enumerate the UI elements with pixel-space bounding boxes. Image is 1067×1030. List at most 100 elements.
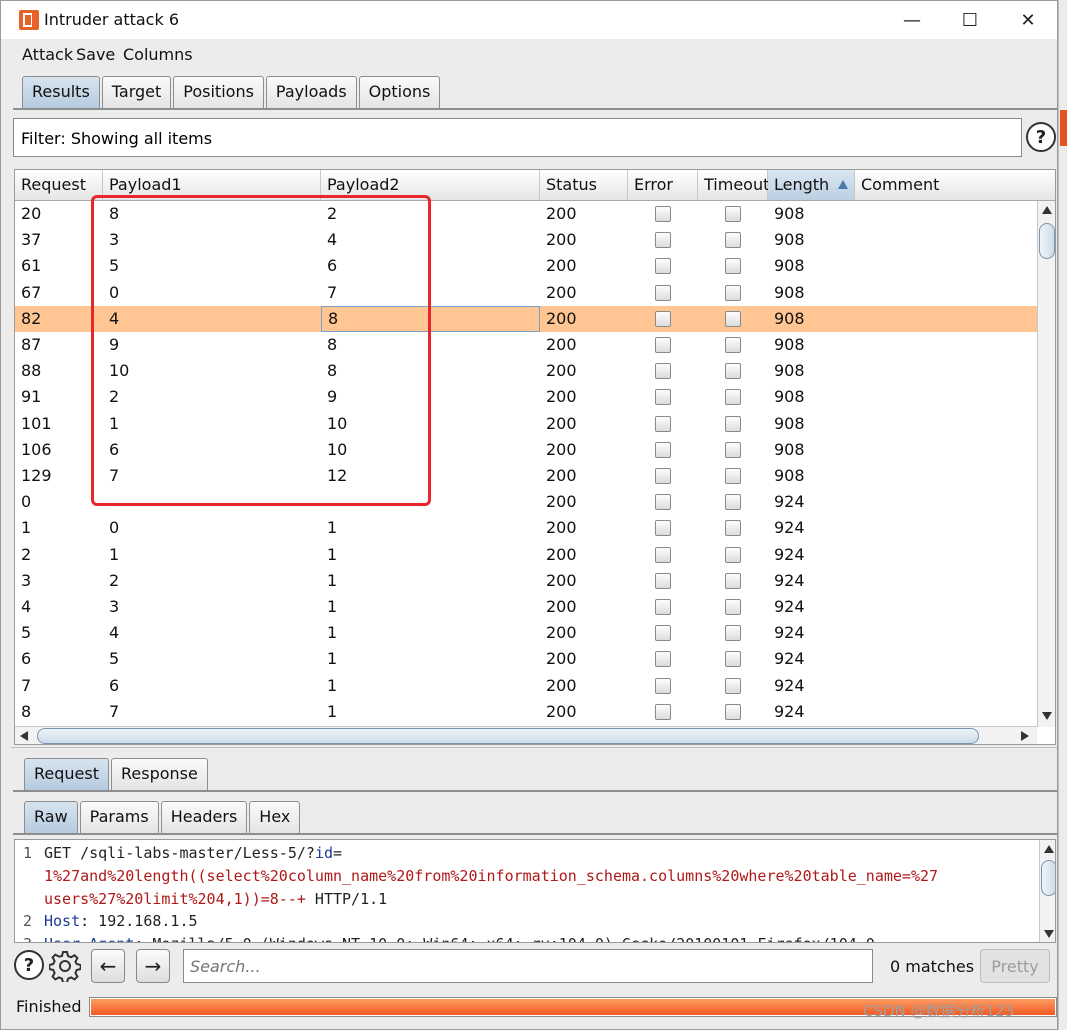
table-row[interactable]: 8 7 1 200 924 [15,699,1037,725]
scroll-up-arrow-icon[interactable] [1042,206,1052,214]
tab-response[interactable]: Response [111,758,208,790]
filter-help-icon[interactable]: ? [1026,122,1056,152]
query-param-value-part1: 1%27and%20length((select%20column_name%2… [44,867,939,885]
help-icon[interactable]: ? [14,950,44,980]
menu-attack[interactable]: Attack [22,45,73,64]
cell-payload1: 6 [109,675,120,695]
column-header-payload1[interactable]: Payload1 [103,170,321,200]
raw-request-editor[interactable]: 1 GET /sqli-labs-master/Less-5/?id= 1%27… [14,839,1056,943]
column-header-status[interactable]: Status [540,170,628,200]
cell-length: 924 [774,597,805,616]
table-row[interactable]: 88 10 8 200 908 [15,358,1037,384]
timeout-checkbox [725,363,741,380]
tab-raw[interactable]: Raw [24,801,78,833]
table-horizontal-scroll-thumb[interactable] [37,728,979,744]
timeout-checkbox [725,520,741,537]
table-row[interactable]: 91 2 9 200 908 [15,384,1037,410]
cell-status: 200 [546,256,577,276]
cell-comment [855,489,861,515]
forward-button[interactable]: → [136,949,170,983]
table-row[interactable]: 37 3 4 200 908 [15,227,1037,253]
cell-request: 67 [21,282,42,302]
editor-scroll-up-arrow-icon[interactable] [1044,845,1054,853]
close-button[interactable]: ✕ [1005,5,1051,35]
tab-payloads[interactable]: Payloads [265,76,357,108]
cell-request: 5 [21,623,32,643]
filter-bar[interactable]: Filter: Showing all items [13,118,1022,157]
cell-status: 200 [546,649,577,669]
column-header-request[interactable]: Request [15,170,103,200]
split-pane-divider[interactable] [11,747,1057,753]
tab-headers[interactable]: Headers [160,801,248,833]
table-row[interactable]: 61 5 6 200 908 [15,253,1037,279]
header-value-host: : 192.168.1.5 [80,912,198,930]
column-header-error[interactable]: Error [628,170,698,200]
tab-target[interactable]: Target [101,76,172,108]
tab-params[interactable]: Params [79,801,159,833]
table-row[interactable]: 2 1 1 200 924 [15,542,1037,568]
cell-payload2: 8 [327,361,338,381]
column-header-length[interactable]: Length [768,170,855,200]
main-tabs: Results Target Positions Payloads Option… [22,76,442,110]
table-row[interactable]: 129 7 12 200 908 [15,463,1037,489]
cell-status: 200 [546,230,577,250]
timeout-checkbox [725,677,741,694]
table-row[interactable]: 106 6 10 200 908 [15,437,1037,463]
editor-vertical-scrollbar[interactable] [1039,840,1055,942]
editor-scroll-thumb[interactable] [1041,860,1055,896]
menu-save[interactable]: Save [76,45,115,64]
maximize-button[interactable]: ☐ [947,5,993,35]
table-row[interactable]: 4 3 1 200 924 [15,594,1037,620]
tab-results[interactable]: Results [22,76,100,108]
search-input[interactable] [183,949,873,983]
table-vertical-scroll-thumb[interactable] [1039,223,1055,259]
column-header-payload2[interactable]: Payload2 [321,170,540,200]
tab-request[interactable]: Request [24,758,109,790]
cell-payload2: 4 [327,230,338,250]
menu-columns[interactable]: Columns [123,45,193,64]
cell-payload2: 8 [321,305,540,332]
table-vertical-scrollbar[interactable] [1037,201,1055,727]
timeout-checkbox [725,703,741,720]
table-row[interactable]: 20 8 2 200 908 [15,201,1037,227]
back-button[interactable]: ← [91,949,125,983]
timeout-checkbox [725,625,741,642]
cell-payload1: 7 [109,701,120,721]
table-row[interactable]: 3 2 1 200 924 [15,568,1037,594]
title-bar[interactable]: Intruder attack 6 — ☐ ✕ [1,1,1057,39]
query-param-equals: = [333,844,343,862]
table-horizontal-scrollbar[interactable] [15,726,1037,744]
cell-status: 200 [546,204,577,223]
table-row[interactable]: 101 1 10 200 908 [15,411,1037,437]
cell-request: 8 [21,701,32,721]
tab-positions[interactable]: Positions [173,76,264,108]
editor-scroll-down-arrow-icon[interactable] [1044,930,1054,938]
table-row[interactable]: 7 6 1 200 924 [15,673,1037,699]
table-row[interactable]: 1 0 1 200 924 [15,515,1037,541]
cell-comment [855,437,861,463]
cell-length: 924 [774,570,805,590]
table-row[interactable]: 5 4 1 200 924 [15,620,1037,646]
column-header-timeout[interactable]: Timeout [698,170,769,200]
table-row[interactable]: 87 9 8 200 908 [15,332,1037,358]
cell-length: 908 [774,308,805,328]
header-value-user-agent: : Mozilla/5.0 (Windows NT 10.0; Win64; x… [134,935,875,942]
cell-comment [855,620,861,646]
gear-icon[interactable] [49,950,81,982]
scroll-right-arrow-icon[interactable] [1021,731,1029,741]
table-row[interactable]: 6 5 1 200 924 [15,646,1037,672]
cell-payload1: 4 [109,308,120,328]
tab-hex[interactable]: Hex [249,801,301,833]
minimize-button[interactable]: — [889,5,935,35]
line-number: 3 [23,933,32,942]
table-row[interactable]: 0 200 924 [15,489,1037,515]
tab-options[interactable]: Options [358,76,441,108]
pretty-button[interactable]: Pretty [980,949,1050,983]
column-header-comment[interactable]: Comment [855,170,1055,200]
scroll-down-arrow-icon[interactable] [1042,712,1052,720]
timeout-checkbox [725,441,741,458]
table-row[interactable]: 82 4 8 200 908 [15,305,1037,332]
cell-comment [855,594,861,620]
scroll-left-arrow-icon[interactable] [20,731,28,741]
table-row[interactable]: 67 0 7 200 908 [15,280,1037,306]
